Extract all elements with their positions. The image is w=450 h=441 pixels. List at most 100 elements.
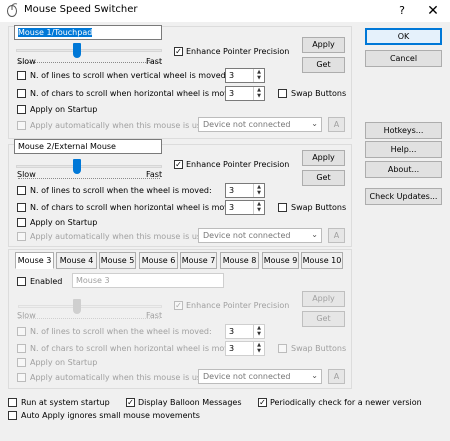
mouse3-get-button[interactable]: Get bbox=[302, 311, 345, 327]
mouse2-name-field[interactable]: Mouse 2/External Mouse bbox=[14, 139, 162, 154]
mouse2-swap-label: Swap Buttons bbox=[291, 203, 347, 212]
mouse1-name-text: Mouse 1/Touchpad bbox=[18, 28, 93, 37]
help-title-button[interactable]: ? bbox=[388, 0, 416, 22]
mouse1-enhance-checkbox[interactable]: ✓ bbox=[174, 47, 183, 56]
mouse1-chars-checkbox[interactable] bbox=[17, 89, 26, 98]
spin-arrows-icon[interactable]: ▲ ▼ bbox=[253, 69, 264, 82]
mouse1-name-field[interactable]: Mouse 1/Touchpad bbox=[14, 25, 162, 40]
about-button[interactable]: About... bbox=[365, 161, 442, 178]
tab-mouse-4[interactable]: Mouse 4 bbox=[56, 252, 97, 269]
mouse1-lines-spinner[interactable]: 3 ▲ ▼ bbox=[225, 68, 265, 83]
balloon-label: Display Balloon Messages bbox=[138, 398, 242, 407]
title-bar: Mouse Speed Switcher ? ✕ bbox=[0, 0, 450, 22]
mouse3-lines-checkbox[interactable] bbox=[17, 327, 26, 336]
mouse1-apply-button[interactable]: Apply bbox=[302, 37, 345, 53]
mouse2-speed-slider[interactable] bbox=[73, 159, 82, 174]
spin-arrows-icon[interactable]: ▲ ▼ bbox=[253, 325, 264, 338]
mouse1-device-select[interactable]: Device not connected ⌄ bbox=[198, 117, 322, 132]
mouse3-enhance-checkbox[interactable]: ✓ bbox=[174, 301, 183, 310]
mouse2-enhance-label: Enhance Pointer Precision bbox=[186, 160, 290, 169]
mouse1-speed-track bbox=[16, 49, 162, 52]
mouse1-lines-checkbox[interactable] bbox=[17, 71, 26, 80]
cancel-button[interactable]: Cancel bbox=[365, 50, 442, 67]
mouse3-enabled-checkbox[interactable] bbox=[17, 277, 26, 286]
run-startup-checkbox[interactable] bbox=[8, 398, 17, 407]
mouse1-speed-ticks bbox=[18, 62, 160, 63]
mouse3-group bbox=[8, 249, 352, 389]
run-startup-label: Run at system startup bbox=[21, 398, 110, 407]
mouse1-auto-checkbox[interactable] bbox=[17, 121, 26, 130]
spin-arrows-icon[interactable]: ▲ ▼ bbox=[253, 184, 264, 197]
spin-arrows-icon[interactable]: ▲ ▼ bbox=[253, 87, 264, 100]
mouse3-name-field[interactable]: Mouse 3 bbox=[72, 273, 224, 288]
mouse2-lines-value: 3 bbox=[229, 186, 235, 195]
chevron-down-icon: ⌄ bbox=[311, 230, 318, 239]
check-updates-button[interactable]: Check Updates... bbox=[365, 188, 442, 205]
mouse2-speed-ticks bbox=[18, 178, 160, 179]
mouse3-speed-slider[interactable] bbox=[73, 299, 82, 314]
mouse2-enhance-checkbox[interactable]: ✓ bbox=[174, 160, 183, 169]
tab-mouse-8[interactable]: Mouse 8 bbox=[220, 252, 259, 269]
check-newer-checkbox[interactable]: ✓ bbox=[258, 398, 267, 407]
tab-mouse-7[interactable]: Mouse 7 bbox=[180, 252, 217, 269]
mouse1-startup-checkbox[interactable] bbox=[17, 105, 26, 114]
mouse3-chars-spinner[interactable]: 3 ▲ ▼ bbox=[225, 341, 265, 356]
mouse1-swap-checkbox[interactable] bbox=[278, 89, 287, 98]
mouse2-lines-label: N. of lines to scroll when the wheel is … bbox=[30, 186, 212, 195]
help-button[interactable]: Help... bbox=[365, 141, 442, 158]
mouse3-lines-spinner[interactable]: 3 ▲ ▼ bbox=[225, 324, 265, 339]
mouse3-device-select[interactable]: Device not connected ⌄ bbox=[198, 369, 322, 384]
mouse2-lines-checkbox[interactable] bbox=[17, 186, 26, 195]
mouse2-lines-spinner[interactable]: 3 ▲ ▼ bbox=[225, 183, 265, 198]
close-button[interactable]: ✕ bbox=[418, 0, 448, 22]
mouse3-chars-label: N. of chars to scroll when horizontal wh… bbox=[30, 344, 242, 353]
mouse1-get-button[interactable]: Get bbox=[302, 57, 345, 73]
mouse2-auto-checkbox[interactable] bbox=[17, 232, 26, 241]
mouse2-startup-label: Apply on Startup bbox=[30, 218, 98, 227]
mouse2-chars-value: 3 bbox=[229, 203, 235, 212]
mouse3-auto-checkbox[interactable] bbox=[17, 373, 26, 382]
mouse3-enabled-label: Enabled bbox=[30, 277, 63, 286]
mouse1-a-button[interactable]: A bbox=[328, 117, 345, 132]
mouse3-name-text: Mouse 3 bbox=[76, 276, 110, 285]
mouse2-apply-button[interactable]: Apply bbox=[302, 150, 345, 166]
mouse3-startup-checkbox[interactable] bbox=[17, 358, 26, 367]
tab-mouse-5[interactable]: Mouse 5 bbox=[99, 252, 136, 269]
spin-arrows-icon[interactable]: ▲ ▼ bbox=[253, 342, 264, 355]
tab-mouse-9[interactable]: Mouse 9 bbox=[262, 252, 299, 269]
mouse2-slow-label: Slow bbox=[17, 170, 36, 179]
ok-button[interactable]: OK bbox=[365, 28, 442, 45]
balloon-checkbox[interactable]: ✓ bbox=[126, 398, 135, 407]
mouse2-name-text: Mouse 2/External Mouse bbox=[18, 142, 116, 151]
mouse2-swap-checkbox[interactable] bbox=[278, 203, 287, 212]
mouse2-startup-checkbox[interactable] bbox=[17, 218, 26, 227]
mouse3-chars-checkbox[interactable] bbox=[17, 344, 26, 353]
mouse3-auto-label: Apply automatically when this mouse is u… bbox=[30, 373, 214, 382]
mouse1-chars-spinner[interactable]: 3 ▲ ▼ bbox=[225, 86, 265, 101]
mouse1-speed-slider[interactable] bbox=[73, 43, 82, 58]
mouse2-speed-track bbox=[16, 165, 162, 168]
mouse3-slow-label: Slow bbox=[17, 311, 36, 320]
mouse1-lines-label: N. of lines to scroll when vertical whee… bbox=[30, 71, 229, 80]
mouse1-swap-label: Swap Buttons bbox=[291, 89, 347, 98]
mouse2-a-button[interactable]: A bbox=[328, 228, 345, 243]
mouse3-swap-checkbox[interactable] bbox=[278, 344, 287, 353]
mouse3-startup-label: Apply on Startup bbox=[30, 358, 98, 367]
mouse2-device-value: Device not connected bbox=[203, 231, 291, 240]
mouse1-chars-value: 3 bbox=[229, 89, 235, 98]
mouse1-device-value: Device not connected bbox=[203, 120, 291, 129]
tab-mouse-10[interactable]: Mouse 10 bbox=[301, 252, 343, 269]
mouse3-lines-label: N. of lines to scroll when the wheel is … bbox=[30, 327, 212, 336]
auto-apply-checkbox[interactable] bbox=[8, 411, 17, 420]
mouse2-get-button[interactable]: Get bbox=[302, 170, 345, 186]
mouse3-a-button[interactable]: A bbox=[328, 369, 345, 384]
mouse2-chars-checkbox[interactable] bbox=[17, 203, 26, 212]
mouse2-chars-spinner[interactable]: 3 ▲ ▼ bbox=[225, 200, 265, 215]
tab-mouse-3[interactable]: Mouse 3 bbox=[15, 252, 54, 269]
spin-arrows-icon[interactable]: ▲ ▼ bbox=[253, 201, 264, 214]
mouse3-apply-button[interactable]: Apply bbox=[302, 291, 345, 307]
mouse2-device-select[interactable]: Device not connected ⌄ bbox=[198, 228, 322, 243]
tab-mouse-6[interactable]: Mouse 6 bbox=[139, 252, 178, 269]
hotkeys-button[interactable]: Hotkeys... bbox=[365, 122, 442, 139]
chevron-down-icon: ⌄ bbox=[311, 119, 318, 128]
